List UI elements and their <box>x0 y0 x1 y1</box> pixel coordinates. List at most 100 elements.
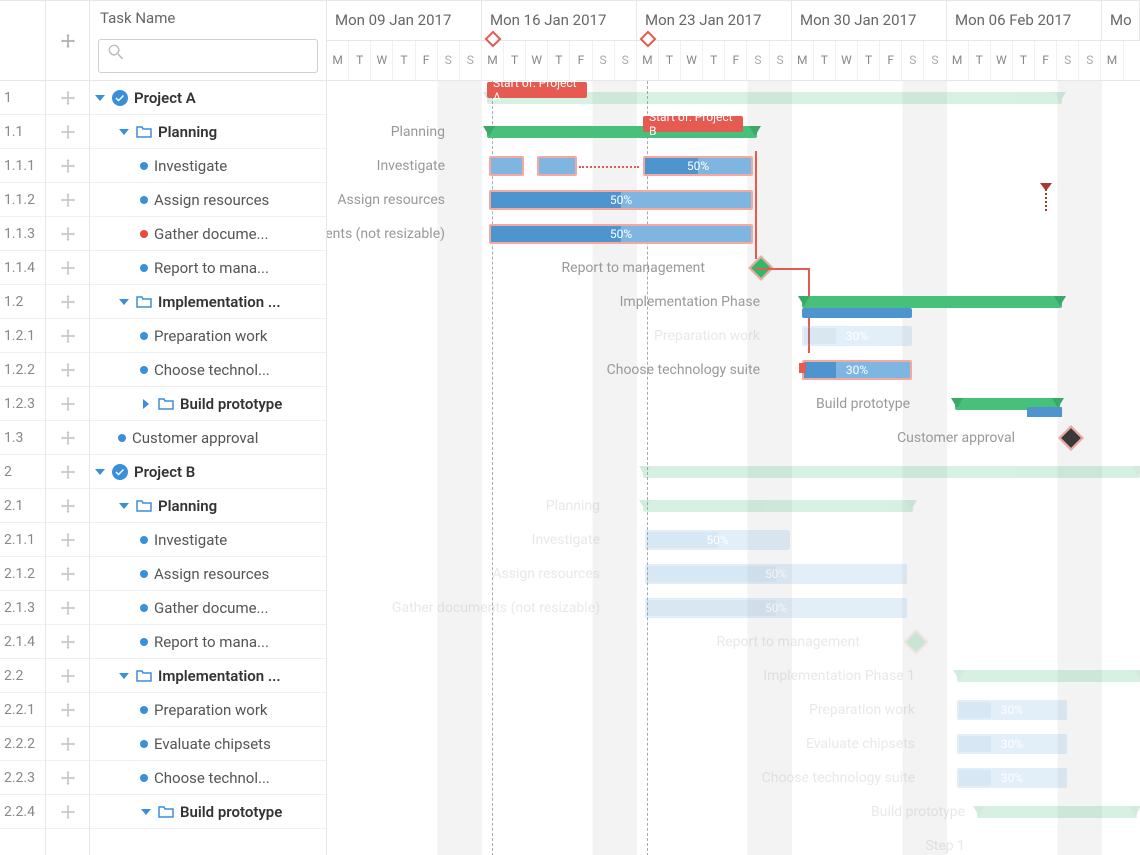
task-bar[interactable]: 50% <box>645 598 907 618</box>
wbs-cell: 2.1 <box>0 489 45 523</box>
gantt-row: Build prototype <box>327 795 1140 829</box>
summary-bar[interactable] <box>957 670 1140 682</box>
task-bar[interactable]: 30% <box>802 326 912 346</box>
task-row[interactable]: Gather docume... <box>90 217 326 251</box>
chevron-down-icon[interactable] <box>94 92 106 104</box>
move-icon <box>61 805 75 819</box>
task-row[interactable]: Project B <box>90 455 326 489</box>
gantt-row: Report to management <box>327 251 1140 285</box>
chevron-down-icon[interactable] <box>140 806 152 818</box>
task-label: Gather docume... <box>154 225 268 243</box>
drag-handle[interactable] <box>46 761 89 795</box>
drag-handle[interactable] <box>46 727 89 761</box>
move-icon <box>61 159 75 173</box>
task-row[interactable]: Choose technol... <box>90 761 326 795</box>
task-bar[interactable]: 50% <box>489 190 753 210</box>
summary-bar[interactable] <box>977 806 1137 818</box>
summary-bar[interactable] <box>802 296 1062 308</box>
task-bar[interactable]: 50% <box>645 564 907 584</box>
search-input[interactable] <box>98 39 318 73</box>
day-header-cell: T <box>1013 41 1035 81</box>
task-bar[interactable]: 30% <box>957 768 1067 788</box>
drag-handle[interactable] <box>46 149 89 183</box>
task-bar[interactable]: 50% <box>489 224 753 244</box>
chevron-down-icon[interactable] <box>118 126 130 138</box>
bar-label: Build prototype <box>816 387 920 421</box>
drag-handle[interactable] <box>46 523 89 557</box>
task-row[interactable]: Choose technol... <box>90 353 326 387</box>
timeline-body[interactable]: Start of: Project A Planning Start of: P… <box>327 81 1140 855</box>
task-row[interactable]: Implementation ... <box>90 659 326 693</box>
move-icon <box>61 329 75 343</box>
task-row[interactable]: Report to mana... <box>90 625 326 659</box>
task-bar[interactable]: 30% <box>957 700 1067 720</box>
move-icon <box>61 669 75 683</box>
milestone[interactable] <box>1058 425 1083 450</box>
drag-handle[interactable] <box>46 285 89 319</box>
task-bar[interactable]: 30% <box>957 734 1067 754</box>
task-row[interactable]: Gather docume... <box>90 591 326 625</box>
bar-label: Implementation Phase <box>620 285 770 319</box>
task-bar[interactable] <box>537 156 577 176</box>
drag-handle[interactable] <box>46 591 89 625</box>
drag-handle[interactable] <box>46 319 89 353</box>
task-bar[interactable]: 50% <box>643 156 753 176</box>
task-row[interactable]: Planning <box>90 115 326 149</box>
task-row[interactable]: Build prototype <box>90 795 326 829</box>
drag-handle[interactable] <box>46 659 89 693</box>
drag-handle[interactable] <box>46 217 89 251</box>
drag-handle[interactable] <box>46 251 89 285</box>
chevron-down-icon[interactable] <box>118 500 130 512</box>
drag-handle[interactable] <box>46 183 89 217</box>
drag-handle[interactable] <box>46 421 89 455</box>
gantt-timeline[interactable]: Mon 09 Jan 2017Mon 16 Jan 2017Mon 23 Jan… <box>327 1 1140 855</box>
task-row[interactable]: Investigate <box>90 523 326 557</box>
folder-icon <box>136 668 152 684</box>
drag-handle[interactable] <box>46 693 89 727</box>
drag-handle[interactable] <box>46 115 89 149</box>
day-header-cell: F <box>725 41 747 81</box>
task-row[interactable]: Investigate <box>90 149 326 183</box>
task-row[interactable]: Assign resources <box>90 183 326 217</box>
task-row[interactable]: Planning <box>90 489 326 523</box>
task-label: Choose technol... <box>154 361 270 379</box>
drag-handle[interactable] <box>46 489 89 523</box>
task-row[interactable]: Project A <box>90 81 326 115</box>
chevron-down-icon[interactable] <box>118 296 130 308</box>
bar-label: Step 1 <box>925 829 975 855</box>
task-row[interactable]: Evaluate chipsets <box>90 727 326 761</box>
day-header-cell: T <box>858 41 880 81</box>
chevron-down-icon[interactable] <box>94 466 106 478</box>
task-row[interactable]: Report to mana... <box>90 251 326 285</box>
status-bullet <box>140 366 148 374</box>
task-row[interactable]: Build prototype <box>90 387 326 421</box>
task-row[interactable]: Implementation ... <box>90 285 326 319</box>
task-bar[interactable]: 30% <box>802 360 912 380</box>
bar-label: Preparation work <box>654 319 770 353</box>
milestone[interactable] <box>903 629 928 654</box>
chevron-right-icon[interactable] <box>140 398 152 410</box>
summary-bar[interactable] <box>643 466 1140 478</box>
task-row[interactable]: Preparation work <box>90 319 326 353</box>
day-header-cell: F <box>1035 41 1057 81</box>
drag-handle[interactable] <box>46 81 89 115</box>
gantt-row: Customer approval <box>327 421 1140 455</box>
wbs-column: 11.11.1.11.1.21.1.31.1.41.21.2.11.2.21.2… <box>0 1 46 855</box>
summary-bar[interactable] <box>643 500 913 512</box>
drag-handle[interactable] <box>46 455 89 489</box>
gantt-row <box>327 455 1140 489</box>
bar-label: Choose technology suite <box>607 353 770 387</box>
task-row[interactable]: Assign resources <box>90 557 326 591</box>
bar-label: Assign resources <box>492 557 610 591</box>
folder-icon <box>158 396 174 412</box>
drag-handle[interactable] <box>46 795 89 829</box>
drag-handle[interactable] <box>46 557 89 591</box>
drag-handle[interactable] <box>46 353 89 387</box>
task-row[interactable]: Customer approval <box>90 421 326 455</box>
task-row[interactable]: Preparation work <box>90 693 326 727</box>
chevron-down-icon[interactable] <box>118 670 130 682</box>
task-bar[interactable]: 50% <box>645 530 790 550</box>
task-bar[interactable] <box>489 156 524 176</box>
drag-handle[interactable] <box>46 625 89 659</box>
drag-handle[interactable] <box>46 387 89 421</box>
